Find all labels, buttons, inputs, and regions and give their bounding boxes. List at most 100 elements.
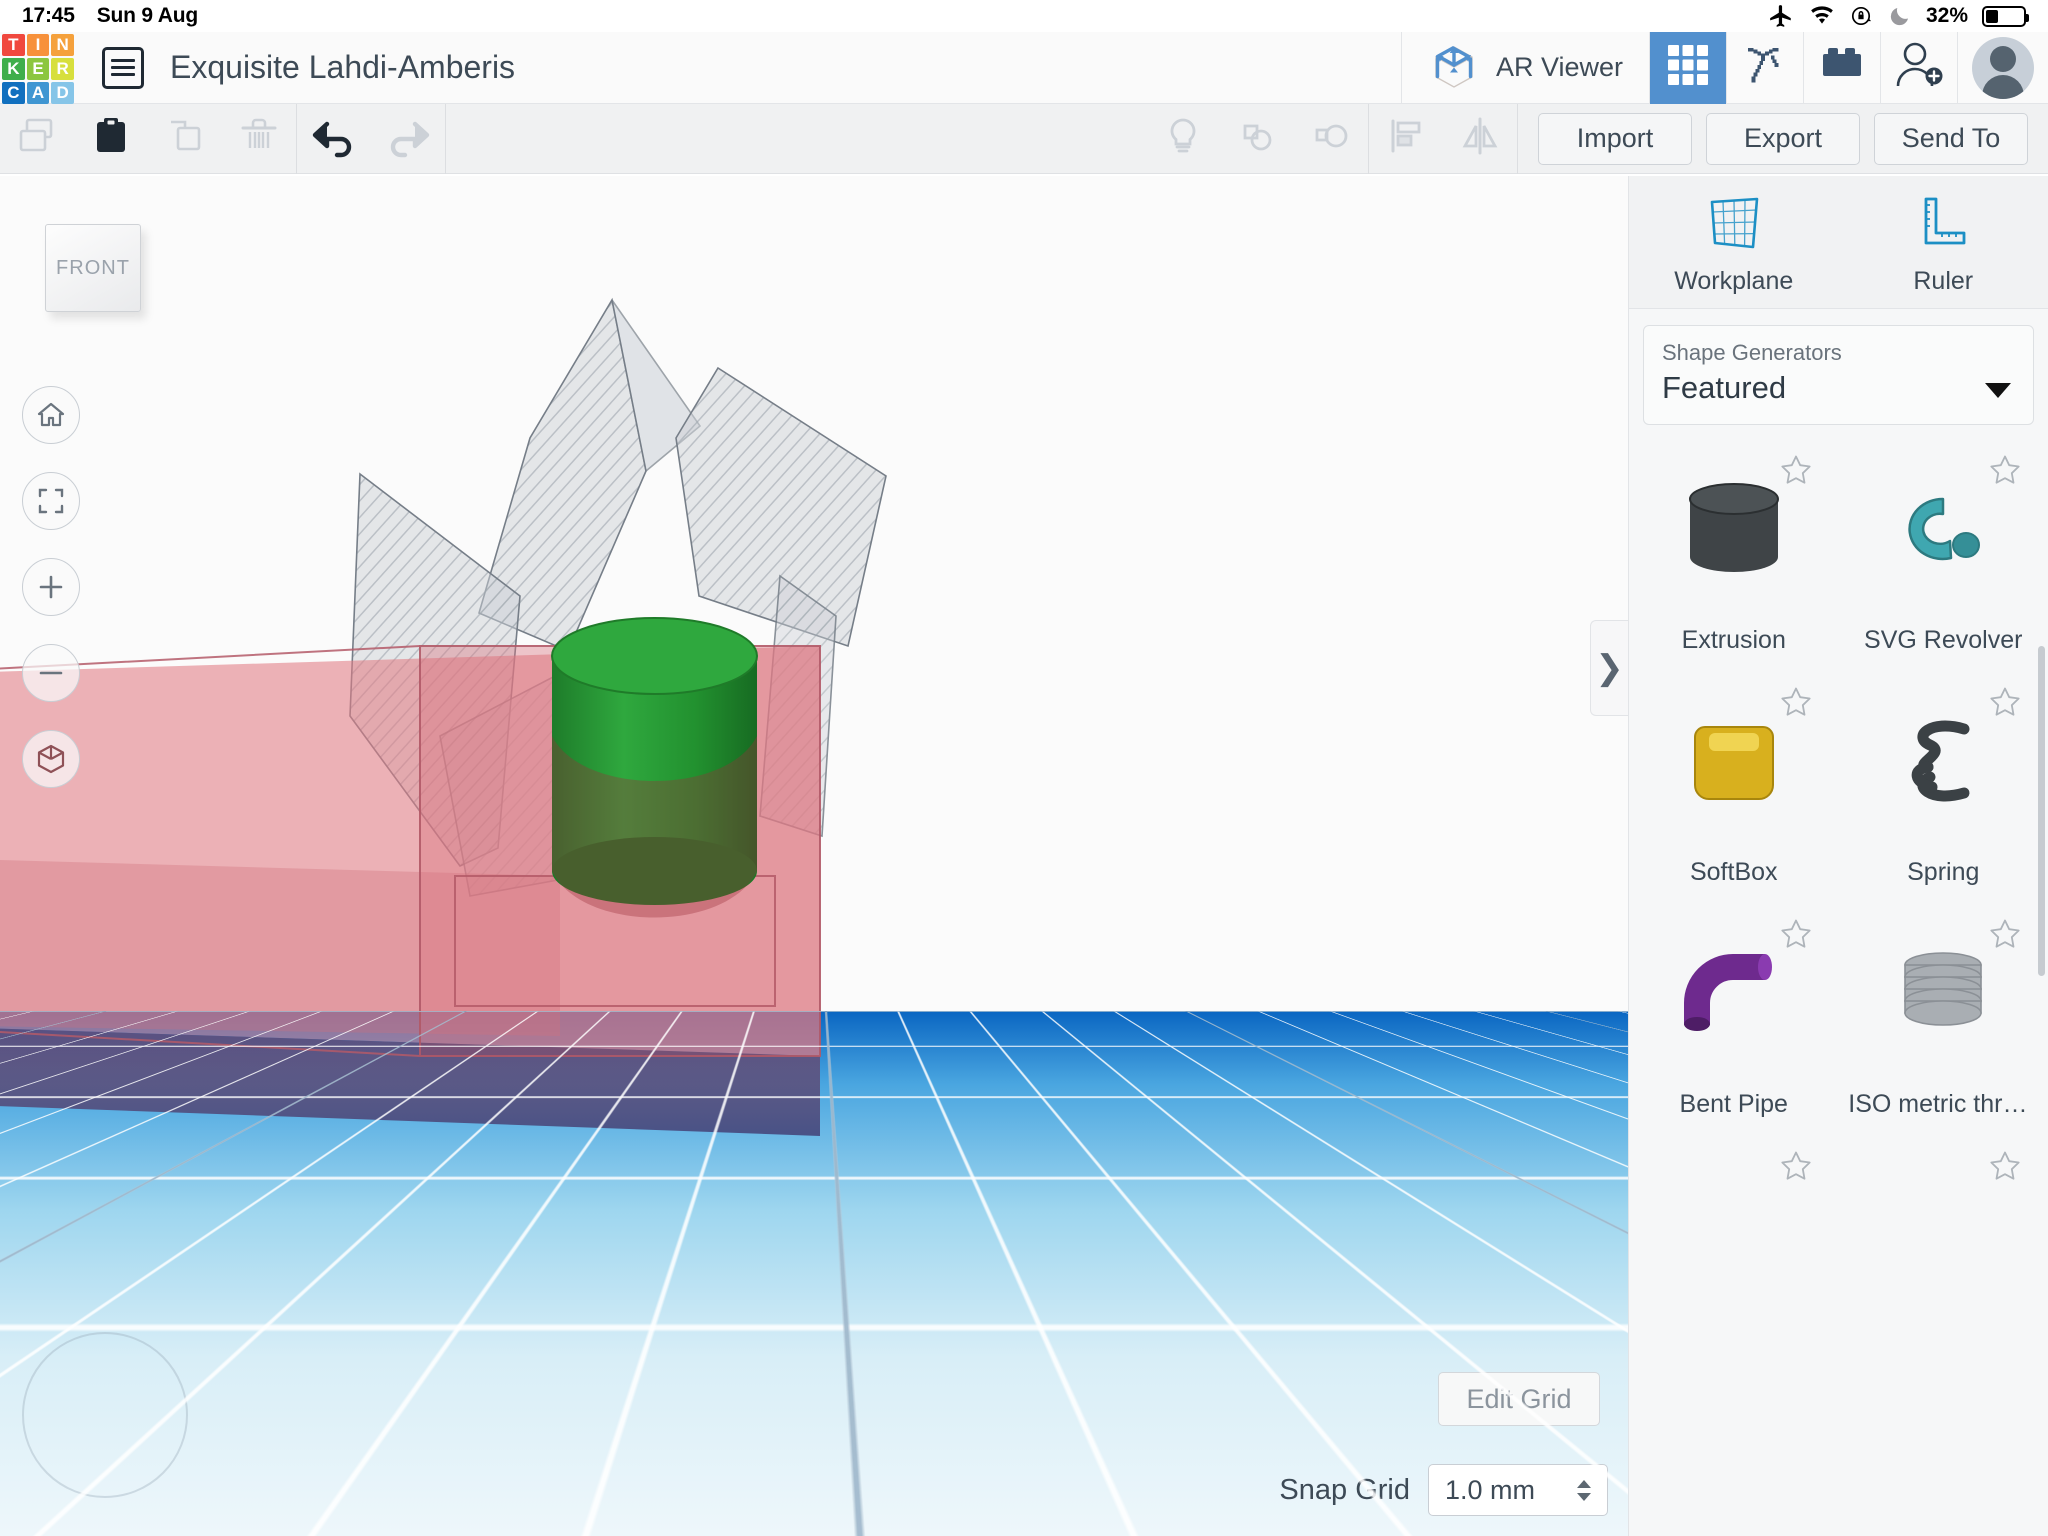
shape-gallery: Extrusion SVG Revolver SoftBox Spring Bent P… (1629, 439, 2048, 1536)
export-button[interactable]: Export (1706, 112, 1860, 165)
align-group (1369, 104, 1517, 174)
delete-button[interactable] (222, 104, 296, 174)
workplane-icon (1703, 194, 1765, 257)
star-outline-icon[interactable] (1988, 453, 2022, 492)
panel-tools: Workplane Ruler (1629, 176, 2048, 309)
logo-tile-i: I (26, 33, 50, 56)
lego-brick-icon (1819, 45, 1865, 90)
invite-people-button[interactable] (1881, 32, 1957, 104)
undo-button[interactable] (297, 104, 371, 174)
panel-scrollbar[interactable] (2038, 646, 2045, 976)
add-person-icon (1893, 41, 1945, 94)
shape-item-label: Spring (1907, 858, 1980, 886)
page-title: Exquisite Lahdi-Amberis (170, 49, 516, 85)
paste-button[interactable] (74, 104, 148, 174)
grey-hole-shapes (349, 297, 887, 897)
star-outline-icon[interactable] (1988, 1149, 2022, 1188)
star-outline-icon[interactable] (1779, 453, 1813, 492)
star-outline-icon[interactable] (1988, 685, 2022, 724)
shape-item-bent-pipe[interactable]: Bent Pipe (1629, 903, 1839, 1135)
shape-generators-selector-wrap: Shape Generators Featured (1629, 309, 2048, 439)
green-cylinder (551, 617, 758, 918)
status-date: Sun 9 Aug (96, 4, 198, 27)
mirror-button[interactable] (1443, 104, 1517, 174)
cube-icon (35, 743, 67, 775)
copy-button[interactable] (0, 104, 74, 174)
do-not-disturb-icon (1888, 4, 1912, 28)
zoom-out-button[interactable] (22, 644, 80, 702)
logo-tile-d: D (51, 81, 74, 104)
light-bulb-button[interactable] (1146, 104, 1220, 174)
shape-generators-value: Featured (1662, 370, 1787, 405)
shape-generators-caption: Shape Generators (1662, 340, 1842, 365)
workplane-label: Workplane (1674, 267, 1794, 295)
star-outline-icon[interactable] (1779, 685, 1813, 724)
duplicate-button[interactable] (148, 104, 222, 174)
star-outline-icon[interactable] (1779, 1149, 1813, 1188)
align-button[interactable] (1369, 104, 1443, 174)
ios-status-bar: 17:45 Sun 9 Aug 32% (0, 0, 2048, 32)
snap-grid-value: 1.0 mm (1445, 1474, 1536, 1505)
logo-tile-a: A (26, 81, 50, 104)
shape-group (1146, 104, 1368, 174)
send-to-button[interactable]: Send To (1874, 112, 2028, 165)
status-time: 17:45 (22, 4, 75, 27)
snap-grid-select[interactable]: 1.0 mm (1428, 1464, 1608, 1516)
airplane-mode-icon (1768, 3, 1794, 29)
chevron-down-icon (1985, 383, 2011, 398)
logo-tile-r: R (51, 57, 74, 80)
home-view-button[interactable] (22, 386, 80, 444)
light-bulb-icon (1161, 114, 1205, 163)
fit-frame-icon (36, 486, 66, 516)
header-actions: AR Viewer (1400, 31, 2048, 104)
group-button[interactable] (1220, 104, 1294, 174)
3d-viewport[interactable]: FRONT ❯ Edit Grid Snap Grid 1.0 mm (0, 176, 1628, 1536)
shape-generators-select[interactable]: Shape Generators Featured (1643, 325, 2034, 425)
import-button[interactable]: Import (1538, 112, 1692, 165)
mode-3d-design[interactable] (1650, 31, 1726, 104)
minus-icon (36, 658, 66, 688)
edit-toolbar: Import Export Send To (0, 103, 2048, 174)
shape-item-partial[interactable] (1629, 1135, 1839, 1195)
mode-blocks[interactable] (1804, 32, 1880, 104)
star-outline-icon[interactable] (1988, 917, 2022, 956)
ar-viewer-button[interactable]: AR Viewer (1402, 32, 1649, 104)
shape-item-partial[interactable] (1839, 1135, 2048, 1195)
edit-grid-button[interactable]: Edit Grid (1438, 1372, 1600, 1426)
paste-icon (89, 114, 133, 163)
workplane-tool[interactable]: Workplane (1629, 194, 1839, 296)
shape-item-label: ISO metric thre… (1848, 1090, 2039, 1118)
user-account-button[interactable] (1958, 32, 2048, 104)
list-menu-icon[interactable] (102, 46, 144, 89)
undo-icon (307, 114, 361, 163)
battery-percent: 32% (1925, 4, 1968, 27)
shape-item-extrusion[interactable]: Extrusion (1629, 439, 1839, 671)
ar-viewer-label: AR Viewer (1495, 52, 1623, 82)
tinkercad-logo[interactable]: TIN KER CAD (0, 32, 74, 104)
redo-button[interactable] (371, 104, 445, 174)
view-cube[interactable]: FRONT (45, 224, 141, 312)
snap-grid-control: Snap Grid 1.0 mm (1279, 1464, 1608, 1516)
ungroup-button[interactable] (1294, 104, 1368, 174)
wifi-icon (1808, 5, 1836, 27)
perspective-toggle-button[interactable] (22, 730, 80, 788)
fit-to-view-button[interactable] (22, 472, 80, 530)
shape-item-svg-revolver[interactable]: SVG Revolver (1839, 439, 2048, 671)
viewport-nav-controls (22, 386, 80, 788)
ruler-tool[interactable]: Ruler (1839, 194, 2048, 296)
workplane-ground (0, 1011, 1628, 1536)
panel-collapse-handle[interactable]: ❯ (1590, 620, 1628, 716)
mode-minecraft[interactable] (1727, 32, 1803, 104)
logo-tile-n: N (51, 33, 74, 56)
home-icon (36, 400, 66, 430)
shape-item-spring[interactable]: Spring (1839, 671, 2048, 903)
shape-item-softbox[interactable]: SoftBox (1629, 671, 1839, 903)
align-icon (1384, 114, 1428, 163)
toolbar-action-buttons: Import Export Send To (1518, 112, 2048, 165)
shape-item-iso-metric-thre[interactable]: ISO metric thre… (1839, 903, 2048, 1135)
star-outline-icon[interactable] (1779, 917, 1813, 956)
app-header: TINKERCAD Exquisite Lahdi-Amberis AR Vie… (0, 31, 2048, 104)
zoom-in-button[interactable] (22, 558, 80, 616)
rotation-lock-icon (1850, 4, 1874, 28)
orbit-control-ring[interactable] (22, 1332, 188, 1498)
